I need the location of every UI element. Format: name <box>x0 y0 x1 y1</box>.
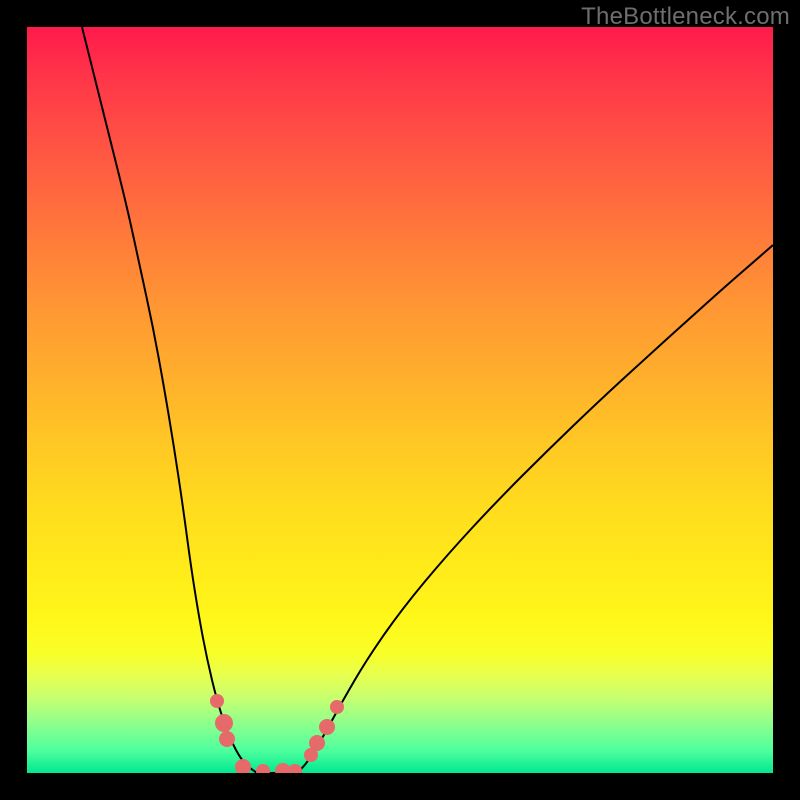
highlight-dot <box>256 764 270 773</box>
highlight-dot <box>288 764 302 773</box>
plot-area <box>27 27 773 773</box>
highlight-dot <box>330 700 344 714</box>
highlight-dot <box>219 731 235 747</box>
watermark-text: TheBottleneck.com <box>581 3 790 31</box>
highlight-dot <box>210 694 224 708</box>
highlight-dot <box>235 759 251 773</box>
curve-right-branch <box>297 245 773 773</box>
highlight-dot <box>319 719 335 735</box>
curve-left-branch <box>82 27 257 773</box>
highlight-dot <box>215 714 233 732</box>
curve-overlay <box>27 27 773 773</box>
chart-container: TheBottleneck.com <box>0 0 800 800</box>
highlight-dot <box>309 735 325 751</box>
